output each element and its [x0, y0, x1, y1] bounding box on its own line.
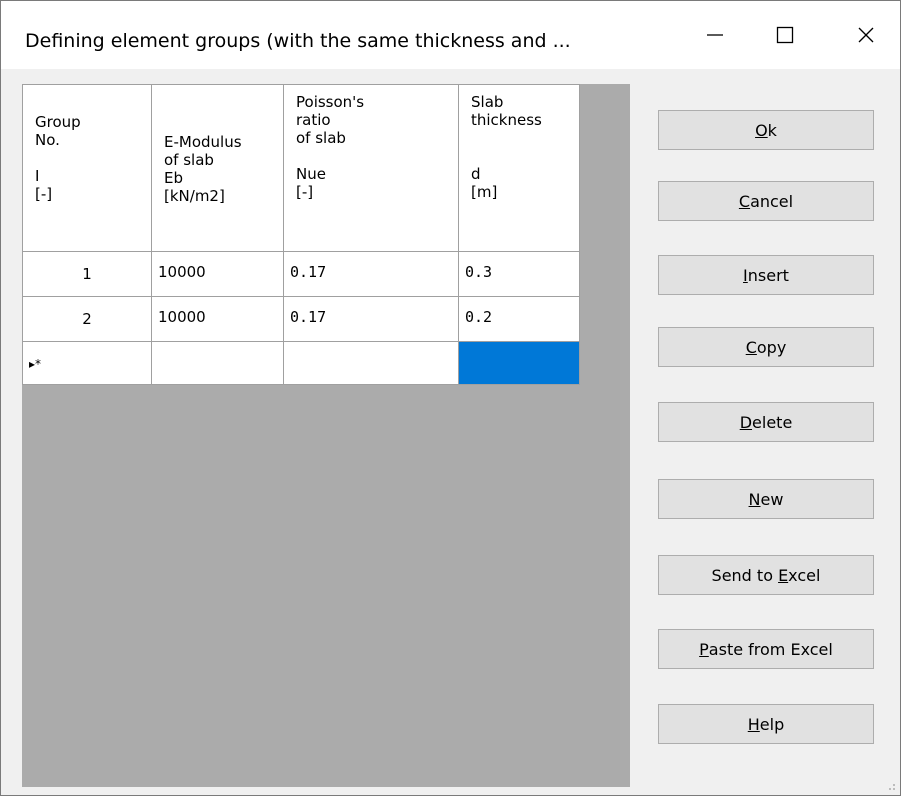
- cancel-button[interactable]: Cancel: [658, 181, 874, 221]
- column-header-poisson-ratio[interactable]: Poisson's ratio of slab Nue [-]: [283, 84, 459, 252]
- maximize-button[interactable]: [739, 1, 831, 69]
- column-header-slab-thickness[interactable]: Slab thickness d [m]: [458, 84, 580, 252]
- table-row[interactable]: 2 10000 0.17 0.2: [22, 296, 580, 342]
- send-to-excel-button[interactable]: Send to Excel: [658, 555, 874, 595]
- cell-value: 10000: [158, 308, 206, 326]
- button-accelerator: H: [747, 714, 760, 734]
- column-header-label: E-Modulus of slab Eb [kN/m2]: [164, 133, 242, 205]
- slab-thickness-cell-selected[interactable]: [458, 341, 580, 385]
- dialog-window: Defining element groups (with the same t…: [0, 0, 901, 796]
- cell-value: 0.2: [465, 308, 493, 326]
- column-header-label: Poisson's ratio of slab Nue [-]: [296, 93, 365, 201]
- slab-thickness-cell[interactable]: 0.3: [458, 251, 580, 297]
- row-number: 1: [82, 265, 92, 283]
- poisson-ratio-cell[interactable]: 0.17: [283, 251, 459, 297]
- minimize-icon: [707, 34, 723, 36]
- new-button[interactable]: New: [658, 479, 874, 519]
- button-accelerator: C: [738, 191, 751, 211]
- e-modulus-cell[interactable]: [151, 341, 284, 385]
- button-label-prefix: Send to: [711, 565, 779, 585]
- table-row[interactable]: 1 10000 0.17 0.3: [22, 251, 580, 297]
- row-number-cell[interactable]: 1: [22, 251, 152, 297]
- button-label-suffix: ew: [760, 489, 784, 509]
- paste-from-excel-button[interactable]: Paste from Excel: [658, 629, 874, 669]
- close-icon: [858, 27, 874, 43]
- new-row-marker: ▸*: [29, 357, 42, 371]
- slab-thickness-cell[interactable]: 0.2: [458, 296, 580, 342]
- new-row[interactable]: ▸*: [22, 341, 580, 385]
- cell-value: 0.17: [290, 308, 327, 326]
- data-grid-area[interactable]: Group No. I [-] E-Modulus of slab Eb [kN…: [22, 84, 630, 787]
- help-button[interactable]: Help: [658, 704, 874, 744]
- button-label-suffix: opy: [756, 337, 787, 357]
- column-header-group-no[interactable]: Group No. I [-]: [22, 84, 152, 252]
- ok-button[interactable]: Ok: [658, 110, 874, 150]
- e-modulus-cell[interactable]: 10000: [151, 251, 284, 297]
- title-bar[interactable]: Defining element groups (with the same t…: [1, 1, 900, 69]
- button-accelerator: D: [739, 412, 753, 432]
- button-accelerator: P: [699, 639, 709, 659]
- cell-value: 10000: [158, 263, 206, 281]
- column-header-label: Group No. I [-]: [35, 113, 81, 203]
- column-header-label: Slab thickness d [m]: [471, 93, 542, 201]
- poisson-ratio-cell[interactable]: [283, 341, 459, 385]
- button-label-suffix: k: [767, 120, 777, 140]
- e-modulus-cell[interactable]: 10000: [151, 296, 284, 342]
- button-accelerator: E: [778, 565, 789, 585]
- insert-button[interactable]: Insert: [658, 255, 874, 295]
- row-number-cell[interactable]: 2: [22, 296, 152, 342]
- button-accelerator: C: [745, 337, 757, 357]
- button-label-suffix: elete: [752, 412, 793, 432]
- button-label-suffix: xcel: [788, 565, 821, 585]
- maximize-icon: [776, 26, 794, 44]
- button-accelerator: O: [755, 120, 768, 140]
- window-title: Defining element groups (with the same t…: [25, 30, 571, 52]
- button-accelerator: N: [748, 489, 761, 509]
- row-number: 2: [82, 310, 92, 328]
- delete-button[interactable]: Delete: [658, 402, 874, 442]
- button-label-suffix: ancel: [750, 191, 794, 211]
- close-button[interactable]: [820, 1, 901, 69]
- column-header-e-modulus[interactable]: E-Modulus of slab Eb [kN/m2]: [151, 84, 284, 252]
- button-label-suffix: aste from Excel: [708, 639, 833, 659]
- new-row-header-cell[interactable]: ▸*: [22, 341, 152, 385]
- button-label-suffix: nsert: [747, 265, 789, 285]
- poisson-ratio-cell[interactable]: 0.17: [283, 296, 459, 342]
- button-label-suffix: elp: [759, 714, 785, 734]
- cell-value: 0.17: [290, 263, 327, 281]
- element-groups-grid[interactable]: Group No. I [-] E-Modulus of slab Eb [kN…: [22, 84, 580, 385]
- copy-button[interactable]: Copy: [658, 327, 874, 367]
- resize-grip-icon[interactable]: [886, 781, 896, 791]
- cell-value: 0.3: [465, 263, 493, 281]
